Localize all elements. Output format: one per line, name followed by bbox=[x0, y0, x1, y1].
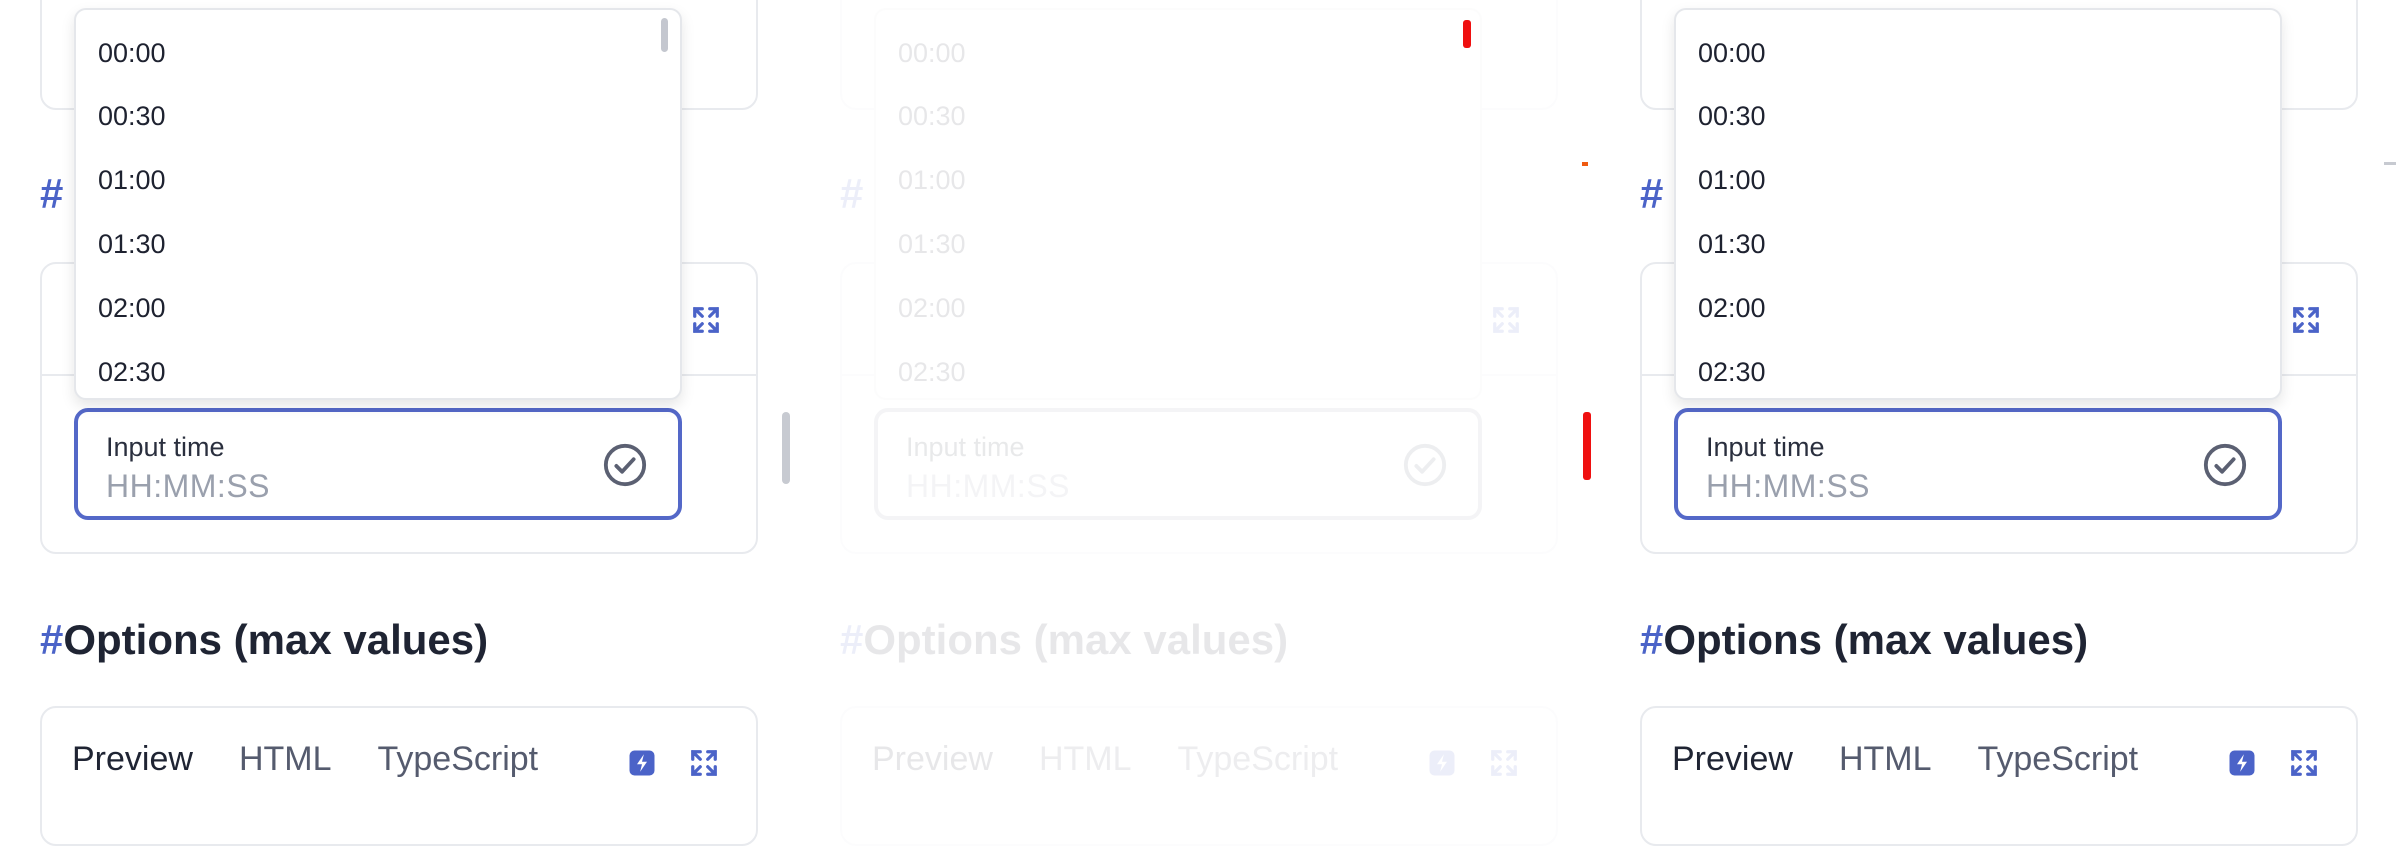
section-heading-hidden: # bbox=[40, 170, 63, 218]
error-indicator bbox=[1463, 20, 1471, 48]
hash-symbol: # bbox=[1640, 616, 1664, 663]
time-option[interactable]: 01:30 bbox=[76, 202, 680, 266]
check-circle-icon[interactable] bbox=[602, 442, 648, 488]
time-input[interactable]: Input time HH:MM:SS bbox=[74, 408, 682, 520]
time-dropdown[interactable]: 00:00 00:30 01:00 01:30 02:00 02:30 bbox=[1674, 8, 2282, 400]
expand-icon[interactable] bbox=[2290, 304, 2322, 336]
time-options-list: 00:00 00:30 01:00 01:30 02:00 02:30 bbox=[76, 10, 680, 394]
tab-typescript[interactable]: TypeScript bbox=[378, 740, 539, 779]
dropdown-scrollbar[interactable] bbox=[661, 18, 668, 52]
time-option[interactable]: 00:00 bbox=[876, 10, 1480, 74]
tab-preview[interactable]: Preview bbox=[1672, 740, 1793, 779]
card-actions bbox=[626, 747, 720, 779]
code-tabs: Preview HTML TypeScript bbox=[1672, 740, 2138, 779]
options-heading: #Options (max values) bbox=[40, 616, 488, 664]
time-option[interactable]: 01:30 bbox=[1676, 202, 2280, 266]
card-actions bbox=[2226, 747, 2320, 779]
time-option[interactable]: 02:00 bbox=[1676, 266, 2280, 330]
flash-icon[interactable] bbox=[1426, 747, 1458, 779]
error-indicator bbox=[1582, 162, 1588, 166]
options-title: Options (max values) bbox=[863, 616, 1289, 663]
time-option[interactable]: 00:00 bbox=[76, 10, 680, 74]
time-option[interactable]: 00:30 bbox=[876, 74, 1480, 138]
resize-grip[interactable] bbox=[782, 412, 790, 484]
hash-symbol: # bbox=[1640, 170, 1664, 217]
error-indicator bbox=[1583, 412, 1591, 480]
tab-typescript[interactable]: TypeScript bbox=[1978, 740, 2139, 779]
time-option[interactable]: 02:30 bbox=[1676, 330, 2280, 394]
options-title: Options (max values) bbox=[63, 616, 489, 663]
flash-icon[interactable] bbox=[2226, 747, 2258, 779]
expand-icon[interactable] bbox=[1488, 747, 1520, 779]
time-options-list: 00:00 00:30 01:00 01:30 02:00 02:30 bbox=[876, 10, 1480, 394]
time-input-placeholder: HH:MM:SS bbox=[1706, 468, 1870, 504]
time-option[interactable]: 00:30 bbox=[1676, 74, 2280, 138]
time-input[interactable]: Input time HH:MM:SS bbox=[874, 408, 1482, 520]
hash-symbol: # bbox=[840, 170, 864, 217]
tab-typescript[interactable]: TypeScript bbox=[1178, 740, 1339, 779]
options-heading: #Options (max values) bbox=[1640, 616, 2088, 664]
expand-icon[interactable] bbox=[688, 747, 720, 779]
tab-preview[interactable]: Preview bbox=[72, 740, 193, 779]
options-heading: #Options (max values) bbox=[840, 616, 1288, 664]
flash-icon[interactable] bbox=[626, 747, 658, 779]
tab-preview[interactable]: Preview bbox=[872, 740, 993, 779]
hash-symbol: # bbox=[40, 170, 64, 217]
code-tabs: Preview HTML TypeScript bbox=[872, 740, 1338, 779]
check-circle-icon[interactable] bbox=[2202, 442, 2248, 488]
tab-html[interactable]: HTML bbox=[1039, 740, 1132, 779]
expand-icon[interactable] bbox=[1490, 304, 1522, 336]
time-option[interactable]: 01:00 bbox=[876, 138, 1480, 202]
check-circle-icon[interactable] bbox=[1402, 442, 1448, 488]
time-option[interactable]: 01:00 bbox=[1676, 138, 2280, 202]
expand-icon[interactable] bbox=[690, 304, 722, 336]
hash-symbol: # bbox=[40, 616, 64, 663]
time-option[interactable]: 01:30 bbox=[876, 202, 1480, 266]
scroll-indicator bbox=[2384, 162, 2396, 165]
time-input-label: Input time bbox=[1706, 432, 1825, 462]
expand-icon[interactable] bbox=[2288, 747, 2320, 779]
time-option[interactable]: 02:00 bbox=[876, 266, 1480, 330]
tab-html[interactable]: HTML bbox=[1839, 740, 1932, 779]
section-heading-hidden: # bbox=[1640, 170, 1663, 218]
tab-html[interactable]: HTML bbox=[239, 740, 332, 779]
time-input-label: Input time bbox=[106, 432, 225, 462]
time-input-placeholder: HH:MM:SS bbox=[106, 468, 270, 504]
hash-symbol: # bbox=[840, 616, 864, 663]
options-title: Options (max values) bbox=[1663, 616, 2089, 663]
time-input-label: Input time bbox=[906, 432, 1025, 462]
time-options-list: 00:00 00:30 01:00 01:30 02:00 02:30 bbox=[1676, 10, 2280, 394]
column-3: # Input time HH:MM:SS 00:00 00:30 01:00 … bbox=[1600, 0, 2360, 846]
time-option[interactable]: 02:30 bbox=[76, 330, 680, 394]
time-option[interactable]: 00:30 bbox=[76, 74, 680, 138]
section-heading-hidden: # bbox=[840, 170, 863, 218]
time-option[interactable]: 02:30 bbox=[876, 330, 1480, 394]
column-1: # Input time HH:MM:SS 00:00 00:30 01:00 … bbox=[0, 0, 760, 846]
time-dropdown[interactable]: 00:00 00:30 01:00 01:30 02:00 02:30 bbox=[874, 8, 1482, 400]
time-dropdown[interactable]: 00:00 00:30 01:00 01:30 02:00 02:30 bbox=[74, 8, 682, 400]
column-2: # Input time HH:MM:SS 00:00 00:30 01:00 … bbox=[800, 0, 1560, 846]
time-input-placeholder: HH:MM:SS bbox=[906, 468, 1070, 504]
time-option[interactable]: 00:00 bbox=[1676, 10, 2280, 74]
time-option[interactable]: 01:00 bbox=[76, 138, 680, 202]
time-option[interactable]: 02:00 bbox=[76, 266, 680, 330]
time-input[interactable]: Input time HH:MM:SS bbox=[1674, 408, 2282, 520]
code-tabs: Preview HTML TypeScript bbox=[72, 740, 538, 779]
card-actions bbox=[1426, 747, 1520, 779]
